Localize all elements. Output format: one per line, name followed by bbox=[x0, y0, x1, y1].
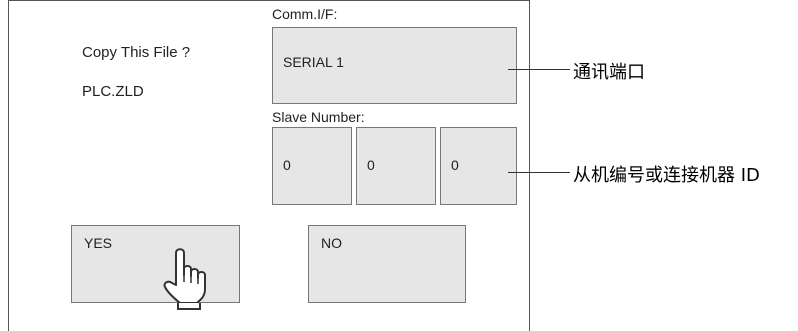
slave-id-callout-line bbox=[508, 172, 570, 173]
slave-number-field-3[interactable]: 0 bbox=[440, 127, 517, 205]
comm-if-value: SERIAL 1 bbox=[283, 54, 344, 70]
hand-pointer-icon bbox=[163, 248, 206, 310]
yes-button[interactable]: YES bbox=[71, 225, 240, 303]
comm-port-annotation: 通讯端口 bbox=[573, 62, 645, 83]
comm-if-field[interactable]: SERIAL 1 bbox=[272, 27, 517, 104]
slave-number-value-1: 0 bbox=[283, 157, 291, 173]
comm-if-label: Comm.I/F: bbox=[272, 6, 338, 22]
comm-port-callout-line bbox=[508, 69, 570, 70]
no-button[interactable]: NO bbox=[308, 225, 466, 303]
slave-number-label: Slave Number: bbox=[272, 109, 365, 125]
slave-number-field-1[interactable]: 0 bbox=[272, 127, 352, 205]
file-name-text: PLC.ZLD bbox=[82, 83, 144, 100]
slave-number-field-2[interactable]: 0 bbox=[356, 127, 436, 205]
slave-id-annotation: 从机编号或连接机器 ID bbox=[573, 165, 760, 186]
yes-button-label: YES bbox=[84, 235, 113, 251]
slave-number-value-2: 0 bbox=[367, 157, 375, 173]
slave-number-value-3: 0 bbox=[451, 157, 459, 173]
no-button-label: NO bbox=[321, 235, 342, 251]
copy-prompt-text: Copy This File ? bbox=[82, 44, 191, 61]
